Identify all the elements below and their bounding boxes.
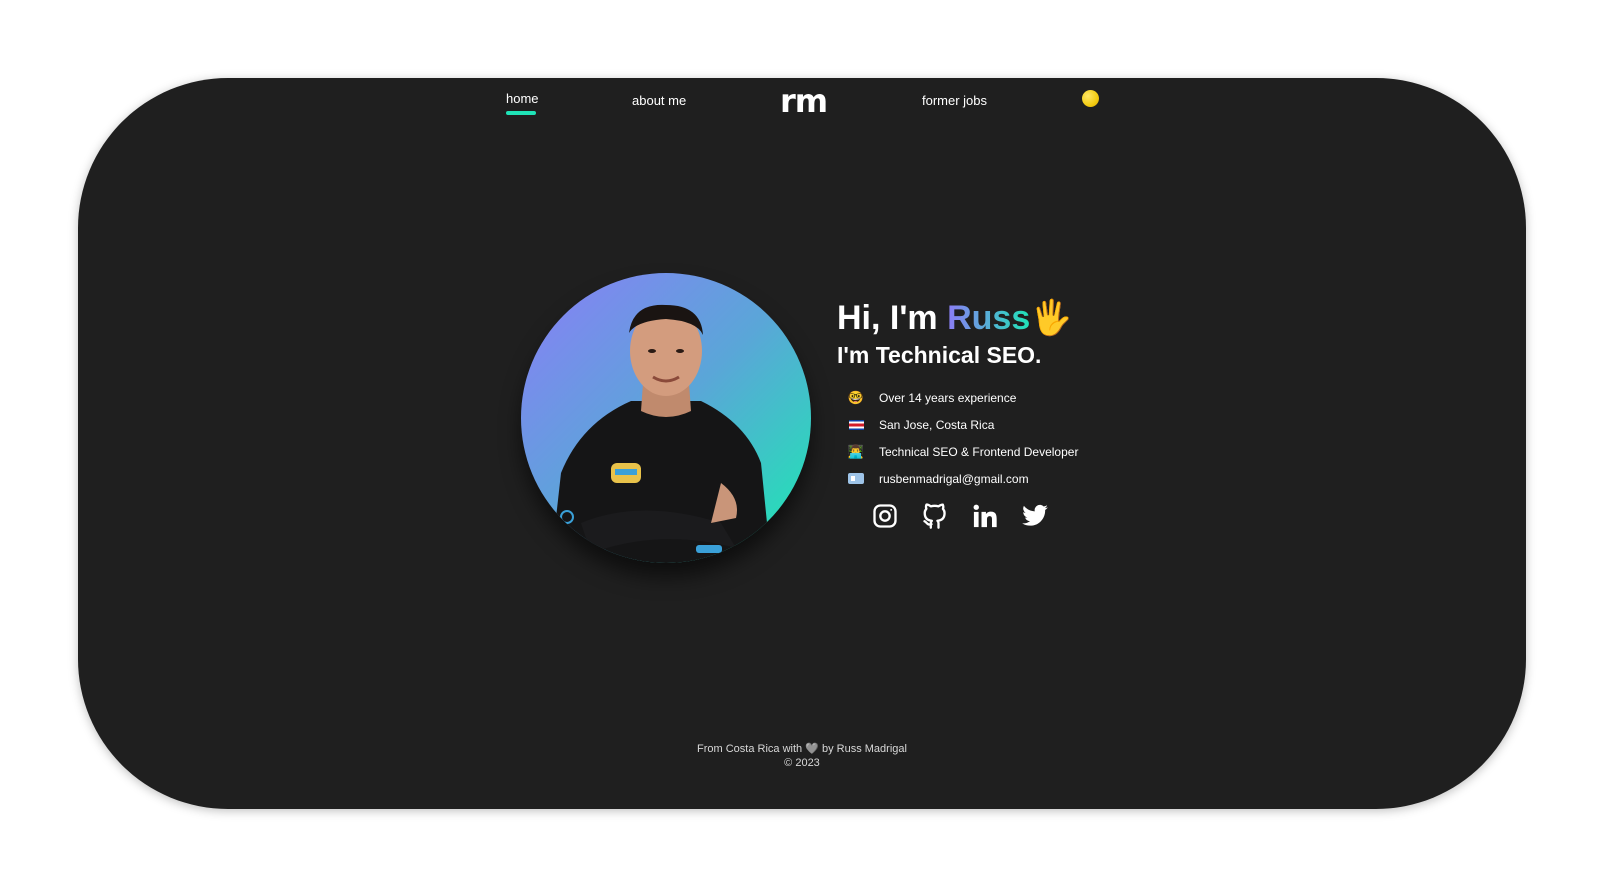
email-link[interactable]: rusbenmadrigal@gmail.com [879,472,1029,486]
nerd-face-icon: 🤓 [847,389,865,405]
greeting-name: Russ [947,299,1031,337]
profile-photo [521,273,811,563]
nav-former-jobs-link[interactable]: former jobs [922,93,987,108]
linkedin-icon[interactable] [971,502,999,530]
fact-email: rusbenmadrigal@gmail.com [837,465,1197,492]
fact-location: San Jose, Costa Rica [837,411,1197,438]
heart-icon: 🩶 [805,743,819,755]
id-card-icon [847,473,865,484]
technologist-icon: 👨‍💻 [847,443,865,459]
site-footer: From Costa Rica with 🩶 by Russ Madrigal … [78,742,1526,770]
footer-credit-suffix: by Russ Madrigal [818,743,907,755]
social-links [871,502,1197,530]
footer-credit: From Costa Rica with 🩶 by Russ Madrigal [78,742,1526,756]
twitter-icon[interactable] [1021,502,1049,530]
greeting-prefix: Hi, I'm [837,299,948,337]
fact-text: Technical SEO & Frontend Developer [879,444,1079,459]
fact-list: 🤓 Over 14 years experience San Jose, Cos… [837,384,1197,492]
instagram-icon[interactable] [871,502,899,530]
fact-text: San Jose, Costa Rica [879,417,995,432]
hero-subtitle: I'm Technical SEO. [837,342,1042,368]
site-logo[interactable]: rm [780,82,828,120]
fact-text: Over 14 years experience [879,390,1017,405]
theme-toggle-button[interactable] [1082,90,1099,107]
github-icon[interactable] [921,502,949,530]
active-indicator [506,111,536,115]
portrait-illustration [551,304,771,563]
hero-intro: Hi, I'm Russ🖐 I'm Technical SEO. 🤓 Over … [837,298,1197,530]
nav-home-link[interactable]: home [506,91,539,115]
fact-role: 👨‍💻 Technical SEO & Frontend Developer [837,438,1197,465]
waving-hand-icon: 🖐 [1030,299,1073,337]
footer-copyright: © 2023 [784,757,820,769]
hero-greeting: Hi, I'm Russ🖐 [837,298,1197,338]
footer-credit-prefix: From Costa Rica with [697,743,806,755]
costa-rica-flag-icon [847,419,865,430]
fact-experience: 🤓 Over 14 years experience [837,384,1197,411]
nav-home-label: home [506,91,539,106]
top-nav: home about me rm former jobs [78,78,1526,138]
page-frame: home about me rm former jobs Hi, I'm Rus… [78,78,1526,809]
nav-about-link[interactable]: about me [632,93,686,108]
